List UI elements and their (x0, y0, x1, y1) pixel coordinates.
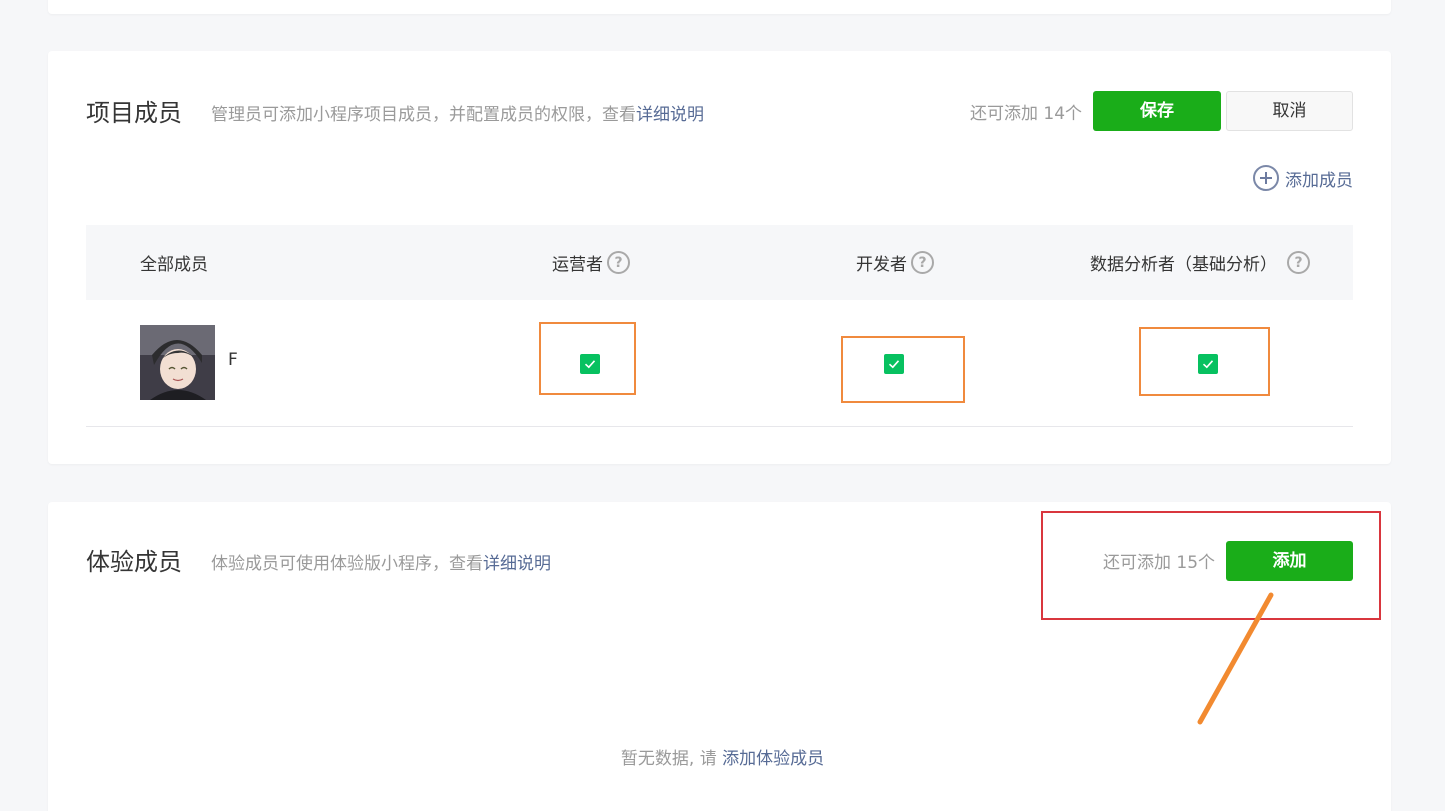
column-operator-label: 运营者 (552, 255, 603, 275)
project-members-description-text: 管理员可添加小程序项目成员，并配置成员的权限，查看 (211, 105, 636, 125)
column-all-members: 全部成员 (140, 225, 208, 300)
table-row: F (86, 300, 1353, 427)
empty-state: 暂无数据, 请 添加体验成员 (0, 744, 1445, 769)
column-operator: 运营者 ? (552, 225, 630, 300)
check-icon (888, 360, 900, 369)
experience-members-description: 体验成员可使用体验版小程序，查看详细说明 (211, 549, 551, 574)
previous-section-card (48, 0, 1391, 14)
member-name: F (228, 350, 238, 370)
project-members-description: 管理员可添加小程序项目成员，并配置成员的权限，查看详细说明 (211, 100, 704, 125)
cancel-button[interactable]: 取消 (1226, 91, 1353, 131)
add-member-button[interactable]: 添加成员 (1253, 165, 1353, 191)
avatar (140, 325, 215, 400)
avatar-image (140, 325, 215, 400)
help-icon[interactable]: ? (1287, 251, 1310, 274)
add-experience-member-link[interactable]: 添加体验成员 (722, 749, 824, 769)
save-button[interactable]: 保存 (1093, 91, 1221, 131)
empty-state-text: 暂无数据, 请 (620, 749, 717, 769)
members-table-header: 全部成员 运营者 ? 开发者 ? 数据分析者（基础分析） ? (86, 225, 1353, 300)
add-circle-icon (1253, 165, 1279, 191)
help-icon[interactable]: ? (911, 251, 934, 274)
project-members-detail-link[interactable]: 详细说明 (636, 105, 704, 125)
experience-members-detail-link[interactable]: 详细说明 (483, 554, 551, 574)
column-developer: 开发者 ? (856, 225, 934, 300)
column-developer-label: 开发者 (856, 255, 907, 275)
developer-checkbox[interactable] (884, 354, 904, 374)
check-icon (1202, 360, 1214, 369)
column-analyst-label: 数据分析者（基础分析） (1090, 255, 1277, 275)
analyst-checkbox[interactable] (1198, 354, 1218, 374)
add-member-label: 添加成员 (1285, 170, 1353, 191)
experience-members-title: 体验成员 (86, 548, 182, 576)
column-all-members-label: 全部成员 (140, 255, 208, 275)
highlight-add-box (1041, 511, 1381, 620)
members-quota: 还可添加 14个 (970, 104, 1083, 124)
check-icon (584, 360, 596, 369)
experience-members-description-text: 体验成员可使用体验版小程序，查看 (211, 554, 483, 574)
operator-checkbox[interactable] (580, 354, 600, 374)
help-icon[interactable]: ? (607, 251, 630, 274)
project-members-title: 项目成员 (86, 99, 182, 127)
project-members-card: 项目成员 管理员可添加小程序项目成员，并配置成员的权限，查看详细说明 还可添加 … (48, 51, 1391, 464)
column-analyst: 数据分析者（基础分析） ? (1090, 225, 1310, 300)
